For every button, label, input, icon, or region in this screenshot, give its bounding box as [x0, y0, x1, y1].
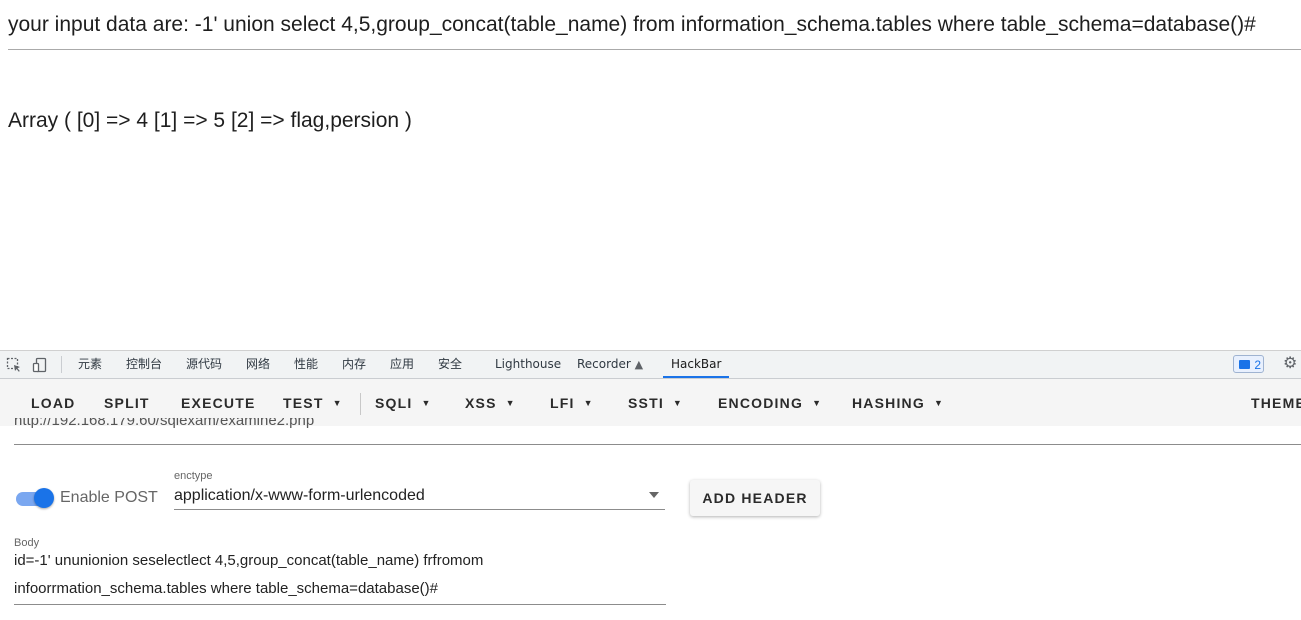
enctype-select[interactable]: application/x-www-form-urlencoded — [174, 485, 665, 510]
tab-security[interactable]: 安全 — [438, 351, 462, 378]
flask-icon: ▲ — [634, 358, 644, 371]
xss-label: XSS — [465, 395, 497, 411]
xss-dropdown[interactable]: XSS ▼ — [465, 395, 516, 411]
caret-down-icon: ▼ — [583, 398, 594, 408]
input-echo-text: your input data are: -1' union select 4,… — [8, 13, 1256, 36]
tab-elements[interactable]: 元素 — [78, 351, 102, 378]
issues-count: 2 — [1254, 358, 1261, 372]
toolbar-divider — [360, 393, 361, 415]
caret-down-icon: ▼ — [505, 398, 516, 408]
ssti-label: SSTI — [628, 395, 664, 411]
devtools-panel: 元素 控制台 源代码 网络 性能 内存 应用 安全 Lighthouse Rec… — [0, 350, 1301, 620]
tab-network[interactable]: 网络 — [246, 351, 270, 378]
add-header-button[interactable]: ADD HEADER — [690, 480, 820, 516]
query-result-text: Array ( [0] => 4 [1] => 5 [2] => flag,pe… — [8, 109, 412, 132]
caret-down-icon: ▼ — [332, 398, 343, 408]
issues-flag-icon — [1239, 360, 1250, 369]
tab-recorder-label: Recorder — [577, 357, 631, 371]
body-textarea[interactable]: id=-1' ununionion seselectlect 4,5,group… — [14, 552, 666, 605]
tab-lighthouse[interactable]: Lighthouse — [495, 351, 561, 378]
hashing-label: HASHING — [852, 395, 925, 411]
encoding-label: ENCODING — [718, 395, 804, 411]
theme-button[interactable]: THEME — [1251, 395, 1301, 411]
settings-gear-icon[interactable]: ⚙ — [1283, 356, 1297, 372]
sqli-label: SQLI — [375, 395, 413, 411]
tab-hackbar[interactable]: HackBar — [663, 351, 730, 378]
enable-post-toggle[interactable] — [34, 488, 54, 508]
lfi-dropdown[interactable]: LFI ▼ — [550, 395, 594, 411]
tab-recorder[interactable]: Recorder ▲ — [577, 351, 643, 378]
caret-down-icon: ▼ — [933, 398, 945, 408]
enctype-value: application/x-www-form-urlencoded — [174, 487, 425, 504]
enctype-label: enctype — [174, 470, 213, 482]
enable-post-label: Enable POST — [60, 489, 158, 506]
issues-badge[interactable]: 2 — [1233, 355, 1264, 373]
inspect-element-icon[interactable] — [6, 357, 22, 373]
tab-application[interactable]: 应用 — [390, 351, 414, 378]
load-button[interactable]: LOAD — [31, 395, 75, 411]
body-line-1: id=-1' ununionion seselectlect 4,5,group… — [14, 552, 484, 569]
devtools-tab-bar: 元素 控制台 源代码 网络 性能 内存 应用 安全 Lighthouse Rec… — [0, 351, 1301, 379]
execute-button[interactable]: EXECUTE — [181, 395, 256, 411]
tab-console[interactable]: 控制台 — [126, 351, 162, 378]
encoding-dropdown[interactable]: ENCODING ▼ — [718, 395, 822, 411]
divider — [8, 49, 1301, 50]
url-input[interactable]: http://192.168.179.60/sqlexam/examine2.p… — [14, 418, 1301, 445]
url-value: http://192.168.179.60/sqlexam/examine2.p… — [14, 418, 315, 429]
body-line-2: infoorrmation_schema.tables where table_… — [14, 580, 438, 597]
toolbar-divider — [61, 356, 62, 373]
page-content: your input data are: -1' union select 4,… — [0, 0, 1301, 350]
tab-sources[interactable]: 源代码 — [186, 351, 222, 378]
dropdown-arrow-icon — [649, 492, 659, 498]
tab-memory[interactable]: 内存 — [342, 351, 366, 378]
split-button[interactable]: SPLIT — [104, 395, 150, 411]
ssti-dropdown[interactable]: SSTI ▼ — [628, 395, 683, 411]
caret-down-icon: ▼ — [421, 398, 432, 408]
tab-performance[interactable]: 性能 — [294, 351, 318, 378]
device-toolbar-icon[interactable] — [32, 357, 48, 373]
sqli-dropdown[interactable]: SQLI ▼ — [375, 395, 432, 411]
caret-down-icon: ▼ — [672, 398, 684, 408]
test-dropdown[interactable]: TEST ▼ — [283, 395, 343, 411]
body-label: Body — [14, 537, 40, 549]
hashing-dropdown[interactable]: HASHING ▼ — [852, 395, 944, 411]
caret-down-icon: ▼ — [812, 398, 823, 408]
lfi-label: LFI — [550, 395, 575, 411]
test-label: TEST — [283, 395, 324, 411]
